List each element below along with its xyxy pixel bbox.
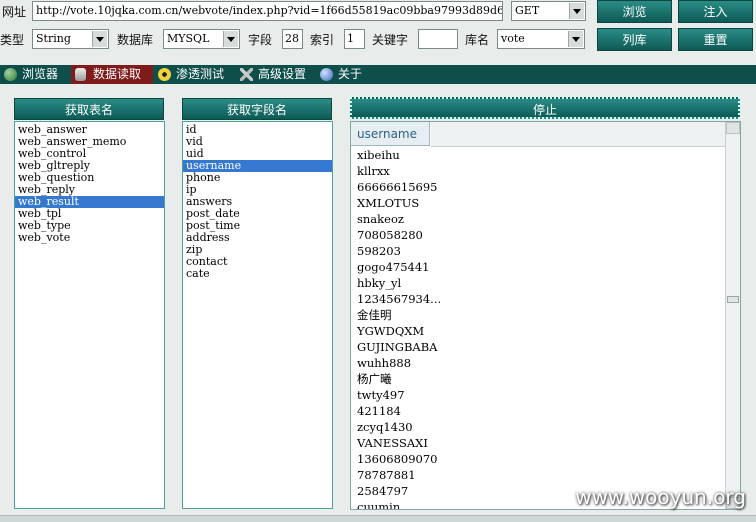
get-fields-button[interactable]: 获取字段名 — [182, 98, 332, 120]
tables-list[interactable]: web_answer web_answer_memo web_control web_… — [14, 121, 165, 509]
table-row[interactable]: gogo475441 — [351, 259, 726, 275]
watermark-text: www.wooyun.org — [575, 485, 746, 509]
tab-label: 数据读取 — [93, 67, 142, 81]
fields-list[interactable]: id vid uid username phone ip answers post_date p… — [182, 121, 333, 509]
table-row[interactable]: zcyq1430 — [351, 419, 726, 435]
tab-bar: 浏览器 数据读取 渗透测试 高级设置 关于 — [0, 65, 756, 84]
table-row[interactable]: GUJINGBABA — [351, 339, 726, 355]
get-tables-button[interactable]: 获取表名 — [14, 98, 164, 120]
table-row[interactable]: 1234567934... — [351, 291, 726, 307]
table-row[interactable]: YGWDQXM — [351, 323, 726, 339]
table-row[interactable]: 66666615695 — [351, 179, 726, 195]
browse-button[interactable]: 浏览 — [597, 0, 672, 23]
chevron-down-icon — [569, 3, 584, 19]
type-select[interactable]: String — [32, 29, 109, 49]
table-row[interactable]: 78787881 — [351, 467, 726, 483]
table-row[interactable]: 13606809070 — [351, 451, 726, 467]
tab-label: 关于 — [338, 67, 363, 81]
url-input[interactable]: http://vote.10jqka.com.cn/webvote/index.… — [32, 1, 503, 21]
tab-label: 渗透测试 — [176, 67, 225, 81]
globe-icon — [4, 68, 17, 81]
list-item[interactable]: address — [183, 232, 332, 244]
table-row[interactable]: 708058280 — [351, 227, 726, 243]
chevron-down-icon — [92, 31, 107, 47]
tools-icon — [240, 68, 253, 81]
radiation-icon — [158, 68, 171, 81]
index-input[interactable]: 1 — [344, 29, 365, 49]
table-row[interactable]: XMLOTUS — [351, 195, 726, 211]
list-item[interactable]: phone — [183, 172, 332, 184]
database-label: 数据库 — [117, 33, 154, 47]
field-count-input[interactable]: 28 — [282, 29, 303, 49]
table-row[interactable]: 杨广曦 — [351, 371, 726, 387]
chevron-down-icon — [223, 31, 238, 47]
table-row[interactable]: twty497 — [351, 387, 726, 403]
database-icon — [75, 68, 86, 81]
header-filler — [431, 122, 726, 147]
list-item[interactable]: vid — [183, 136, 332, 148]
table-row[interactable]: 598203 — [351, 243, 726, 259]
list-item[interactable]: web_vote — [15, 232, 164, 244]
dbname-label: 库名 — [465, 33, 490, 47]
url-label: 网址 — [2, 5, 27, 19]
list-db-button[interactable]: 列库 — [597, 28, 672, 51]
reset-button[interactable]: 重置 — [678, 28, 753, 51]
dbname-select[interactable]: vote — [497, 29, 585, 49]
type-value: String — [36, 32, 71, 45]
keyword-input[interactable] — [418, 29, 458, 49]
database-select[interactable]: MYSQL — [163, 29, 240, 49]
list-item[interactable]: id — [183, 124, 332, 136]
table-row[interactable]: 金佳明 — [351, 307, 726, 323]
list-item[interactable]: cate — [183, 268, 332, 280]
table-row[interactable]: hbky_yl — [351, 275, 726, 291]
results-scrollbar[interactable] — [725, 122, 740, 509]
column-header-username[interactable]: username — [351, 122, 430, 146]
scroll-thumb[interactable] — [727, 296, 739, 303]
keyword-label: 关键字 — [372, 33, 409, 47]
table-row[interactable]: 421184 — [351, 403, 726, 419]
tab-data-read[interactable]: 数据读取 — [71, 65, 153, 84]
table-row[interactable]: wuhh888 — [351, 355, 726, 371]
results-body: xibeihu kllrxx 66666615695 XMLOTUS snakeoz 70… — [351, 147, 726, 509]
tab-about[interactable]: 关于 — [316, 65, 374, 84]
tab-browser[interactable]: 浏览器 — [0, 65, 70, 84]
scroll-up-arrow-icon[interactable] — [726, 122, 740, 134]
stop-button[interactable]: 停止 — [350, 97, 740, 119]
inject-button[interactable]: 注入 — [678, 0, 753, 23]
dbname-value: vote — [501, 32, 525, 45]
type-label: 类型 — [0, 33, 25, 47]
method-value: GET — [515, 4, 540, 17]
table-row[interactable]: snakeoz — [351, 211, 726, 227]
results-grid[interactable]: username xibeihu kllrxx 66666615695 XMLOTUS… — [350, 121, 741, 510]
method-select[interactable]: GET — [511, 1, 586, 21]
chevron-down-icon — [568, 31, 583, 47]
table-row[interactable]: kllrxx — [351, 163, 726, 179]
tab-label: 高级设置 — [258, 67, 307, 81]
info-icon — [320, 68, 333, 81]
tab-label: 浏览器 — [22, 67, 59, 81]
table-row[interactable]: xibeihu — [351, 147, 726, 163]
field-label: 字段 — [248, 33, 273, 47]
tab-advanced[interactable]: 高级设置 — [236, 65, 314, 84]
database-value: MYSQL — [167, 32, 210, 45]
tab-pentest[interactable]: 渗透测试 — [154, 65, 234, 84]
table-row[interactable]: VANESSAXI — [351, 435, 726, 451]
index-label: 索引 — [310, 33, 335, 47]
